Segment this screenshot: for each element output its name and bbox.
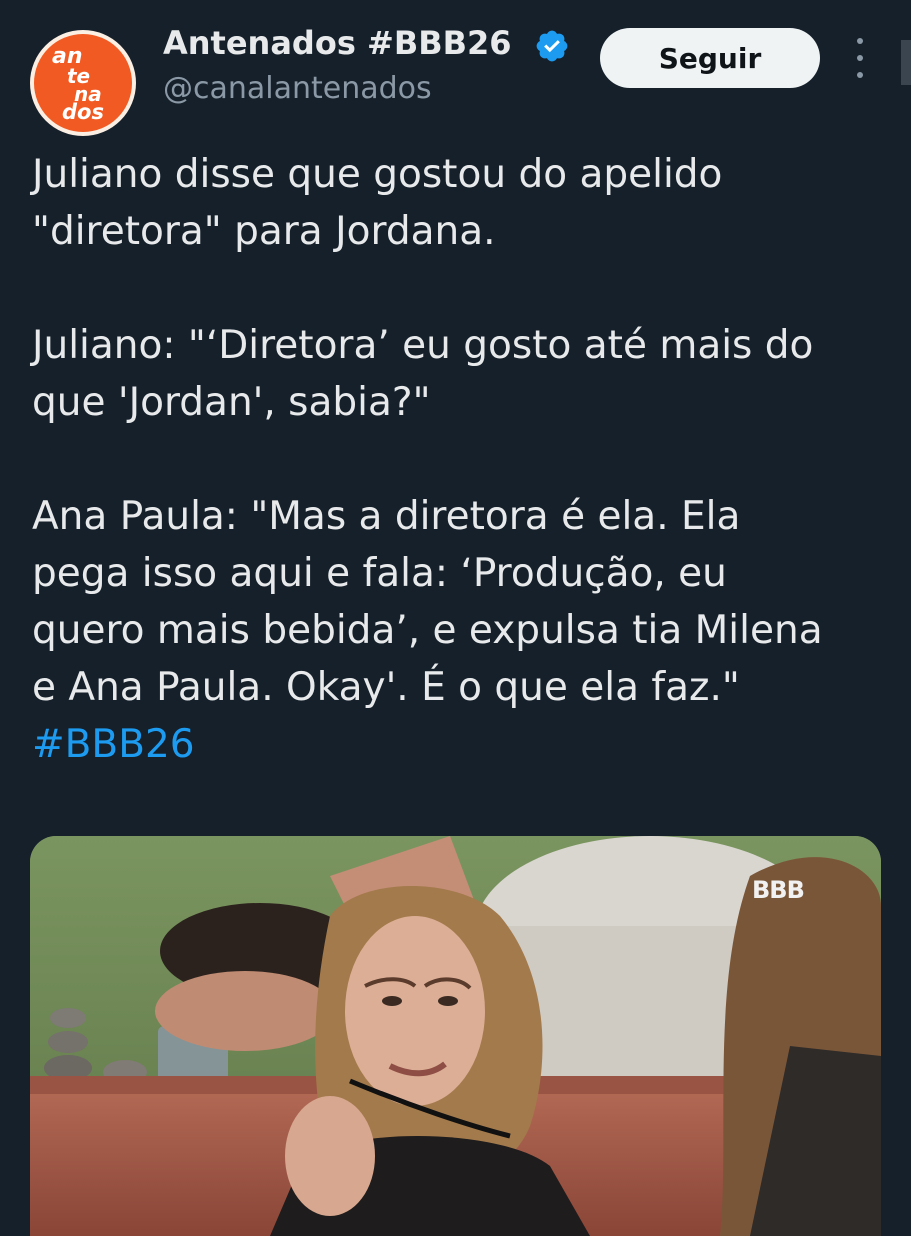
tweet-media-image[interactable]: BBB bbox=[30, 836, 881, 1236]
tweet-text-line: Juliano: "‘Diretora’ eu gosto até mais d… bbox=[32, 323, 814, 368]
tweet-text-line: quero mais bebida’, e expulsa tia Milena bbox=[32, 608, 823, 653]
tweet-text-line: "diretora" para Jordana. bbox=[32, 209, 496, 254]
bbb-watermark: BBB bbox=[752, 876, 805, 904]
avatar-logo-text: dos bbox=[62, 100, 104, 124]
account-handle[interactable]: @canalantenados bbox=[163, 71, 432, 106]
hashtag-link[interactable]: #BBB26 bbox=[32, 716, 882, 773]
more-options-icon[interactable] bbox=[850, 38, 870, 78]
tweet-text-line: que 'Jordan', sabia?" bbox=[32, 380, 431, 425]
display-name[interactable]: Antenados #BBB26 bbox=[163, 24, 512, 62]
avatar-logo: an te na dos bbox=[34, 34, 132, 132]
avatar[interactable]: an te na dos bbox=[30, 30, 136, 136]
scrollbar[interactable] bbox=[901, 40, 911, 85]
tweet-text-line: Ana Paula: "Mas a diretora é ela. Ela bbox=[32, 494, 741, 539]
follow-button[interactable]: Seguir bbox=[600, 28, 820, 88]
tweet-text-line: e Ana Paula. Okay'. É o que ela faz." bbox=[32, 665, 740, 710]
tweet-text: Juliano disse que gostou do apelido "dir… bbox=[32, 146, 882, 773]
tweet-text-line: Juliano disse que gostou do apelido bbox=[32, 152, 723, 197]
tweet-text-line: pega isso aqui e fala: ‘Produção, eu bbox=[32, 551, 727, 596]
verified-badge-icon bbox=[536, 30, 568, 62]
